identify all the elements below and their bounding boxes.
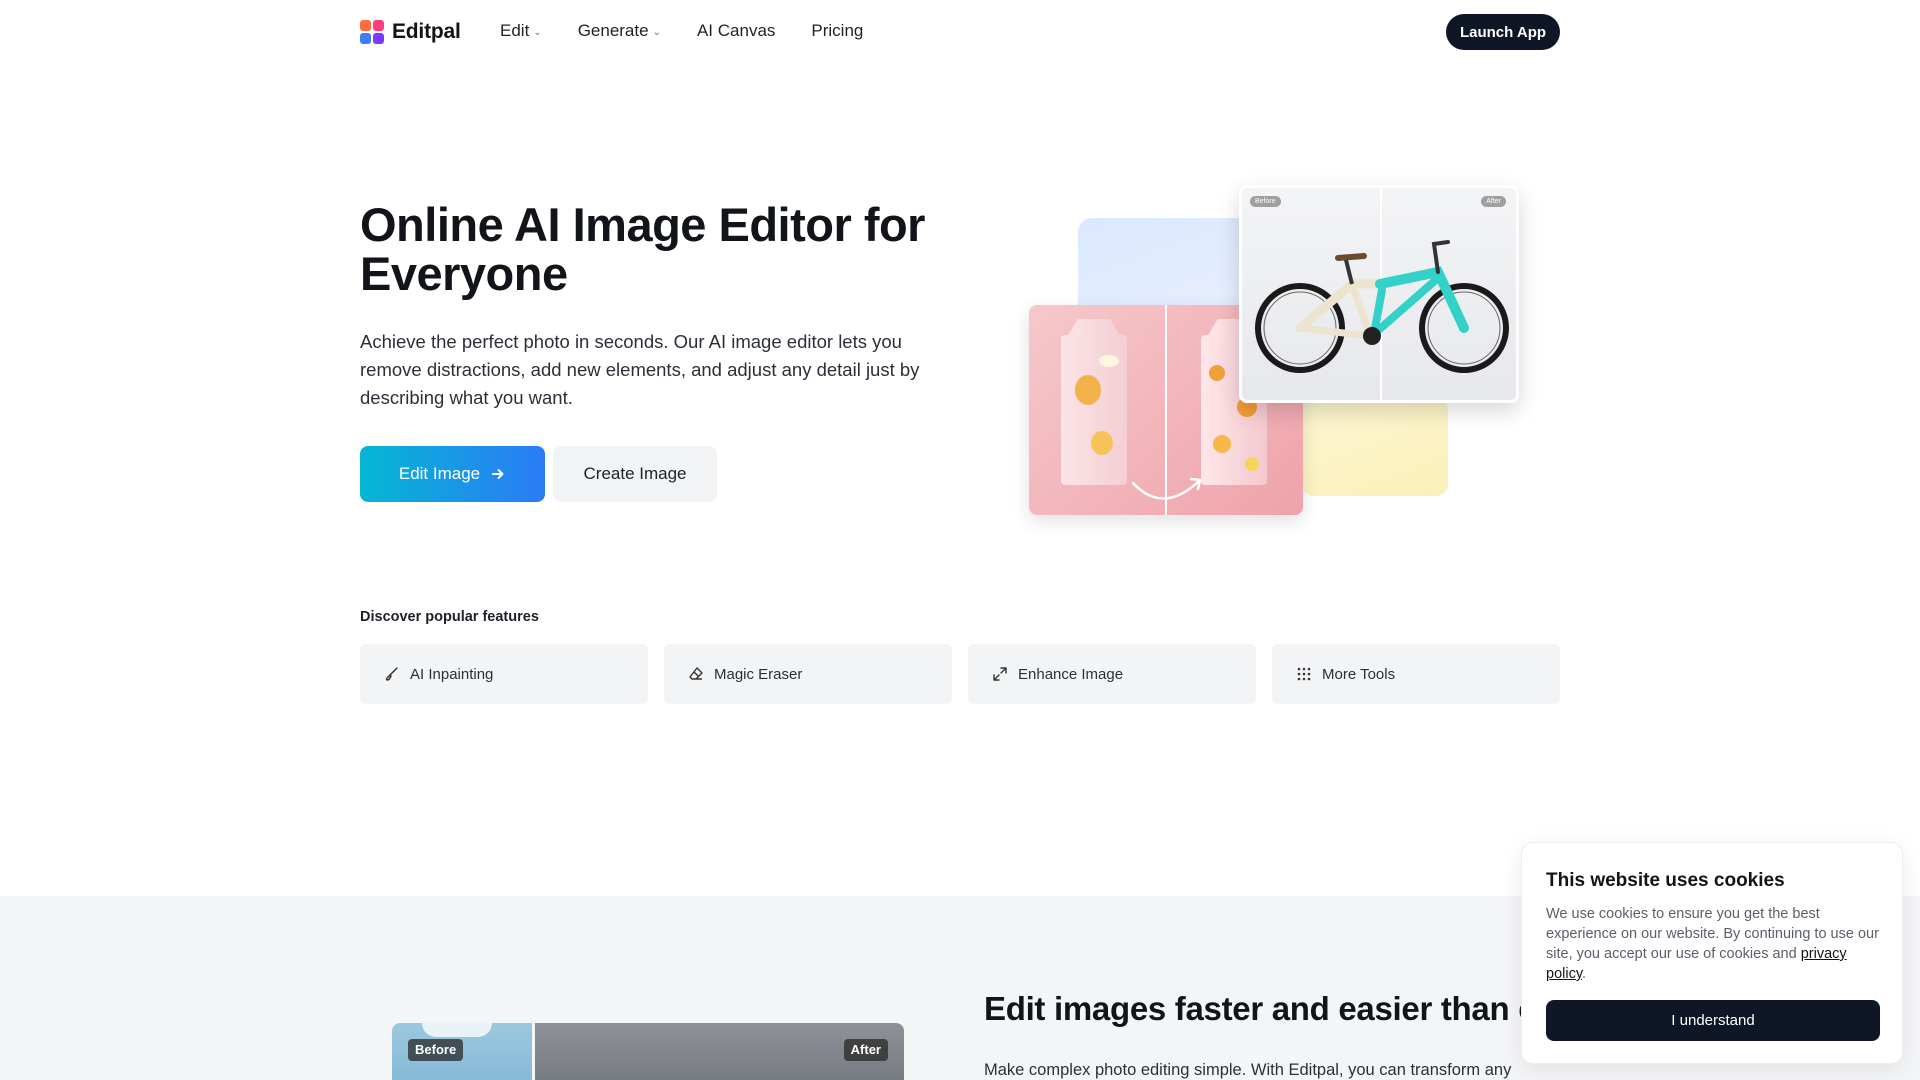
feature-magic-eraser[interactable]: Magic Eraser [664, 644, 952, 704]
expand-icon [993, 667, 1007, 681]
launch-app-button[interactable]: Launch App [1446, 14, 1560, 50]
nav-item-label: Pricing [811, 21, 864, 40]
feature-label: AI Inpainting [410, 665, 494, 683]
chevron-down-icon: ⌄ [652, 26, 661, 38]
feature-enhance-image[interactable]: Enhance Image [968, 644, 1256, 704]
cookie-banner: This website uses cookies We use cookies… [1521, 842, 1903, 1064]
feature-label: Enhance Image [1018, 665, 1124, 683]
cookie-title: This website uses cookies [1546, 870, 1785, 891]
accept-cookies-button[interactable]: I understand [1546, 1000, 1880, 1041]
hero-subtitle: Achieve the perfect photo in seconds. Ou… [360, 331, 920, 408]
grid-icon [1297, 667, 1311, 681]
nav-item-ai-canvas[interactable]: AI Canvas [697, 21, 775, 41]
feature-ai-inpainting[interactable]: AI Inpainting [360, 644, 648, 704]
curved-arrow-icon [1131, 477, 1202, 500]
section-text: Make complex photo editing simple. With … [984, 1061, 1512, 1079]
brand-logo[interactable]: Editpal [360, 20, 461, 44]
logo-icon [360, 20, 384, 44]
decorative-blob-yellow [1302, 398, 1448, 496]
nav-item-edit[interactable]: Edit ⌄ [500, 21, 542, 41]
eraser-icon [689, 667, 703, 680]
section-title: Edit images faster and easier than ev [984, 990, 1555, 1027]
bike-before-after-image: Before After [1239, 185, 1519, 403]
brand-name: Editpal [392, 20, 461, 43]
sky-before-after-image: Before After [392, 1023, 904, 1080]
feature-list: AI Inpainting Magic Eraser Enhance Image… [360, 644, 1560, 704]
features-heading: Discover popular features [360, 609, 539, 625]
nav-links: Edit ⌄ Generate ⌄ AI Canvas Pricing [500, 21, 863, 41]
feature-label: More Tools [1322, 665, 1396, 683]
nav-item-label: Edit [500, 21, 530, 40]
nav-item-label: Generate [577, 21, 649, 40]
before-badge: Before [408, 1039, 464, 1061]
arrow-right-icon [492, 469, 504, 479]
cookie-text: We use cookies to ensure you get the bes… [1546, 906, 1879, 982]
chevron-down-icon: ⌄ [533, 26, 542, 38]
top-navigation: Editpal Edit ⌄ Generate ⌄ AI Canvas Pric… [0, 0, 1920, 64]
feature-more-tools[interactable]: More Tools [1272, 644, 1560, 704]
nav-item-label: AI Canvas [696, 21, 776, 40]
nav-item-pricing[interactable]: Pricing [811, 21, 863, 41]
edit-image-button[interactable]: Edit Image [360, 446, 545, 502]
create-image-button[interactable]: Create Image [553, 446, 717, 502]
hero-title: Online AI Image Editor for Everyone [360, 198, 925, 300]
carton-before [1061, 335, 1127, 485]
after-badge: After [843, 1039, 888, 1061]
bike-illustration [1255, 240, 1509, 373]
nav-item-generate[interactable]: Generate ⌄ [578, 21, 661, 41]
brush-icon [385, 667, 398, 681]
feature-label: Magic Eraser [714, 665, 803, 683]
edit-image-label: Edit Image [398, 464, 481, 483]
